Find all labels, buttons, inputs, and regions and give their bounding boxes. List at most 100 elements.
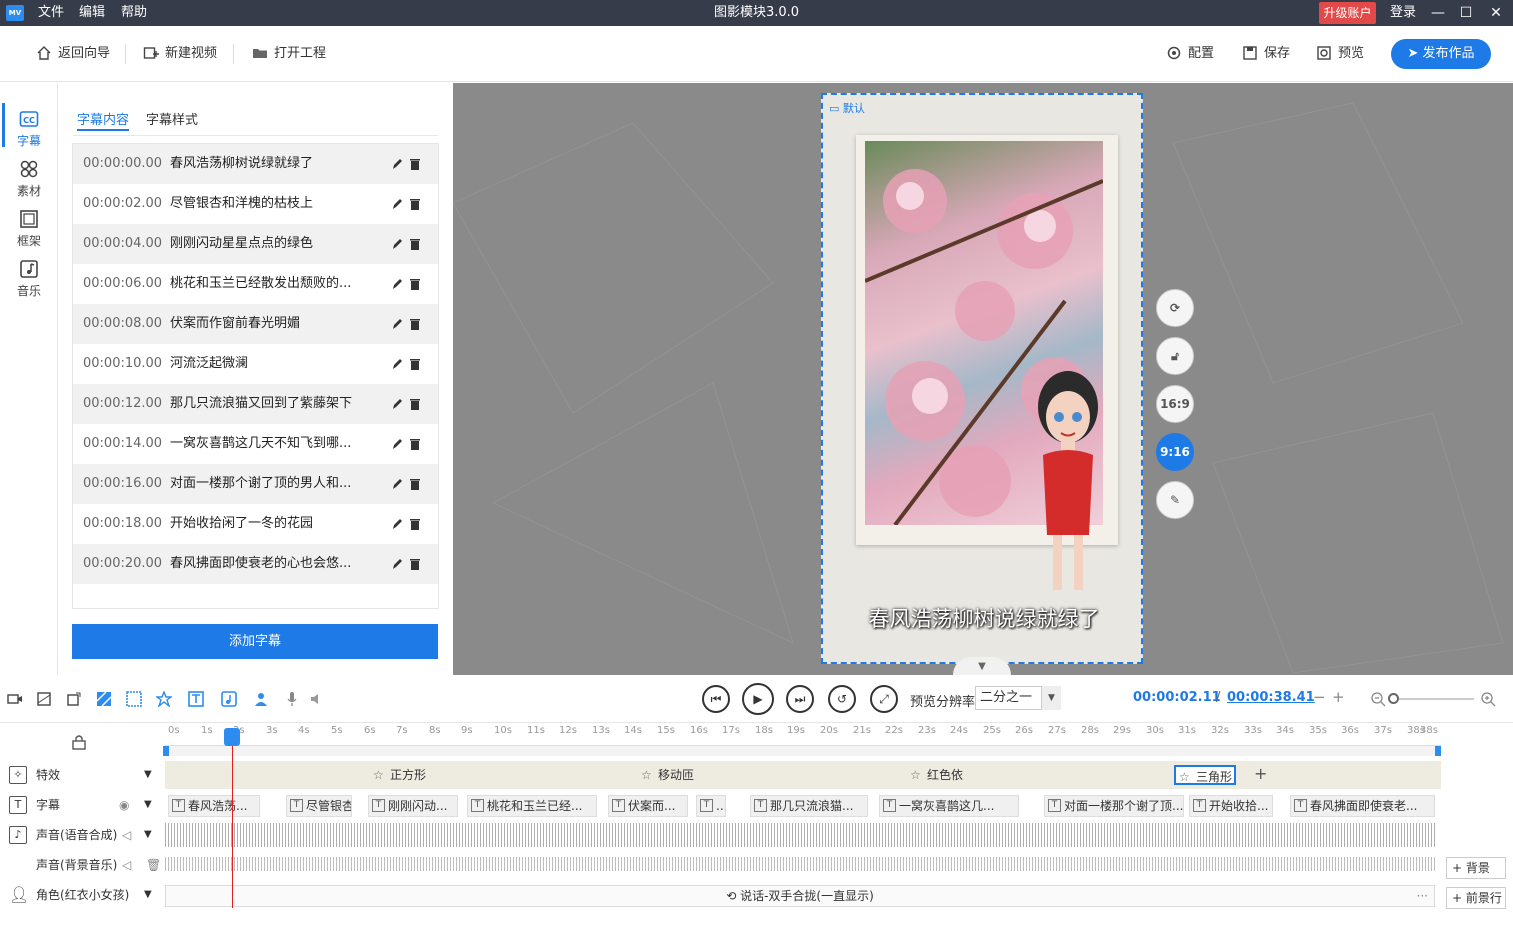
open-project-button[interactable]: 打开工程 xyxy=(252,26,326,82)
pencil-icon[interactable] xyxy=(391,237,403,251)
trash-icon[interactable] xyxy=(409,437,421,451)
skip-end-button[interactable]: ⏭ xyxy=(786,685,814,713)
pencil-icon[interactable] xyxy=(391,357,403,371)
subtitle-row[interactable]: 00:00:06.00 桃花和玉兰已经散发出颓败的... xyxy=(73,264,438,304)
subtitle-row[interactable]: 00:00:14.00 一窝灰喜鹊这几天不知飞到哪... xyxy=(73,424,438,464)
pencil-icon[interactable] xyxy=(391,477,403,491)
replay-button[interactable]: ↺ xyxy=(828,685,856,713)
volume-icon[interactable]: ◁ xyxy=(122,851,131,879)
trash-icon[interactable] xyxy=(409,157,421,171)
camera-icon[interactable] xyxy=(7,691,23,707)
trash-icon[interactable] xyxy=(409,277,421,291)
pencil-icon[interactable] xyxy=(391,437,403,451)
trash-icon[interactable] xyxy=(409,237,421,251)
trash-icon[interactable] xyxy=(409,517,421,531)
volume-icon[interactable] xyxy=(309,691,325,707)
chevron-down-icon[interactable]: ▼ xyxy=(144,881,152,909)
subtitle-row[interactable]: 00:00:02.00 尽管银杏和洋槐的枯枝上 xyxy=(73,184,438,224)
subtitle-clip[interactable]: T 一窝灰喜鹊这几... xyxy=(879,795,1019,817)
play-button[interactable]: ▶ xyxy=(742,683,774,715)
trash-icon[interactable] xyxy=(409,477,421,491)
subtitle-row[interactable]: 00:00:10.00 河流泛起微澜 xyxy=(73,344,438,384)
subtitle-row[interactable]: 00:00:08.00 伏案而作窗前春光明媚 xyxy=(73,304,438,344)
tab-subtitle-content[interactable]: 字幕内容 xyxy=(77,109,130,131)
add-foreground-button[interactable]: + 前景行 xyxy=(1446,887,1506,909)
image-icon[interactable] xyxy=(36,691,52,707)
text-icon[interactable] xyxy=(188,691,204,707)
subtitle-row[interactable]: 00:00:20.00 春风拂面即使衰老的心也会悠... xyxy=(73,544,438,584)
music-blue-icon[interactable] xyxy=(221,691,237,707)
close-button[interactable]: ✕ xyxy=(1481,0,1511,26)
subtitle-clip[interactable]: T 刚刚闪动... xyxy=(368,795,458,817)
bgm-waveform[interactable] xyxy=(165,857,1435,871)
sidebar-item-frame[interactable]: 框架 xyxy=(0,203,58,253)
range-start-handle[interactable] xyxy=(163,746,169,756)
edit-button[interactable]: ✎ xyxy=(1156,481,1194,519)
collapse-timeline-button[interactable]: ▼ xyxy=(953,657,1011,675)
subtitle-clip[interactable]: T 对面一楼那个谢了顶... xyxy=(1044,795,1184,817)
save-button[interactable]: 保存 xyxy=(1242,26,1290,82)
subtitle-clip[interactable]: T 桃花和玉兰已经... xyxy=(467,795,597,817)
subtitle-clip[interactable]: T 春风浩荡... xyxy=(168,795,260,817)
subtitle-row[interactable]: 00:00:12.00 那几只流浪猫又回到了紫藤架下 xyxy=(73,384,438,424)
effect-star-icon[interactable] xyxy=(156,691,172,707)
upgrade-account-button[interactable]: 升级账户 xyxy=(1319,2,1376,24)
video-canvas[interactable]: ▭ 默认 春风浩荡柳树说绿就绿了 xyxy=(821,93,1143,664)
trash-icon[interactable] xyxy=(409,397,421,411)
trash-icon[interactable] xyxy=(409,197,421,211)
person-icon[interactable] xyxy=(253,691,269,707)
skip-start-button[interactable]: ⏮ xyxy=(702,685,730,713)
effect-clip[interactable]: ☆ 正方形 xyxy=(370,765,426,785)
add-subtitle-button[interactable]: 添加字幕 xyxy=(72,624,438,659)
config-button[interactable]: 配置 xyxy=(1166,26,1214,82)
publish-button[interactable]: ➤ 发布作品 xyxy=(1391,39,1491,69)
trash-icon[interactable] xyxy=(409,557,421,571)
chevron-down-icon[interactable]: ▼ xyxy=(144,821,152,849)
pencil-icon[interactable] xyxy=(391,517,403,531)
zoom-out-icon[interactable] xyxy=(1370,691,1386,707)
effect-clip[interactable]: ☆ 红色依 xyxy=(907,765,963,785)
voice-waveform[interactable] xyxy=(165,823,1435,847)
effects-track[interactable]: ☆ 正方形 ☆ 移动匝 ☆ 红色依 ☆ 三角形 + xyxy=(165,761,1441,789)
zoom-out-button[interactable]: − xyxy=(1313,688,1326,706)
grid-blue-icon[interactable] xyxy=(126,691,142,707)
zoom-slider-handle[interactable] xyxy=(1388,693,1399,704)
ratio-16-9-button[interactable]: 16:9 xyxy=(1156,385,1194,423)
lock-icon[interactable] xyxy=(72,734,86,750)
pencil-icon[interactable] xyxy=(391,317,403,331)
fullscreen-button[interactable]: ⤢ xyxy=(870,685,898,713)
subtitle-track[interactable]: T春风浩荡...T尽管银杏...T刚刚闪动...T桃花和玉兰已经...T伏案而.… xyxy=(165,791,1441,819)
tab-subtitle-style[interactable]: 字幕样式 xyxy=(146,109,198,131)
subtitle-row[interactable]: 00:00:04.00 刚刚闪动星星点点的绿色 xyxy=(73,224,438,264)
unlock-button[interactable]: 🔓︎ xyxy=(1156,337,1194,375)
add-background-button[interactable]: + 背景 xyxy=(1446,857,1506,879)
trash-icon[interactable] xyxy=(409,357,421,371)
ratio-9-16-button[interactable]: 9:16 xyxy=(1156,433,1194,471)
subtitle-row[interactable]: 00:00:18.00 开始收拾闲了一冬的花园 xyxy=(73,504,438,544)
add-effect-button[interactable]: + xyxy=(1254,764,1267,783)
playhead-handle[interactable] xyxy=(224,728,240,746)
chevron-down-icon[interactable]: ▼ xyxy=(144,761,152,789)
pencil-icon[interactable] xyxy=(391,197,403,211)
effect-clip-selected[interactable]: ☆ 三角形 xyxy=(1174,765,1236,785)
trash-icon[interactable]: 🗑︎ xyxy=(146,851,161,879)
pencil-icon[interactable] xyxy=(391,277,403,291)
minimize-button[interactable]: — xyxy=(1423,0,1453,26)
pencil-icon[interactable] xyxy=(391,157,403,171)
role-clip[interactable]: ⟲ 说话-双手合拢(一直显示) ··· xyxy=(165,885,1435,907)
subtitle-clip[interactable]: T 春风拂面即使衰老... xyxy=(1290,795,1435,817)
stripes-icon[interactable] xyxy=(96,691,112,707)
effect-clip[interactable]: ☆ 移动匝 xyxy=(638,765,694,785)
time-ruler[interactable]: 0s1s2s3s4s5s6s7s8s9s10s11s12s13s14s15s16… xyxy=(165,724,1441,746)
more-icon[interactable]: ··· xyxy=(1417,886,1428,906)
sidebar-item-music[interactable]: 音乐 xyxy=(0,253,58,303)
sidebar-item-material[interactable]: 素材 xyxy=(0,153,58,203)
login-button[interactable]: 登录 xyxy=(1390,0,1416,26)
rotate-button[interactable]: ⟳ xyxy=(1156,289,1194,327)
microphone-icon[interactable] xyxy=(284,691,300,707)
subtitle-clip[interactable]: T尽管银杏... xyxy=(286,795,352,817)
sidebar-item-subtitle[interactable]: CC 字幕 xyxy=(0,103,58,153)
pencil-icon[interactable] xyxy=(391,557,403,571)
total-time[interactable]: 00:00:38.41 xyxy=(1227,690,1315,705)
new-video-button[interactable]: 新建视频 xyxy=(143,26,217,82)
